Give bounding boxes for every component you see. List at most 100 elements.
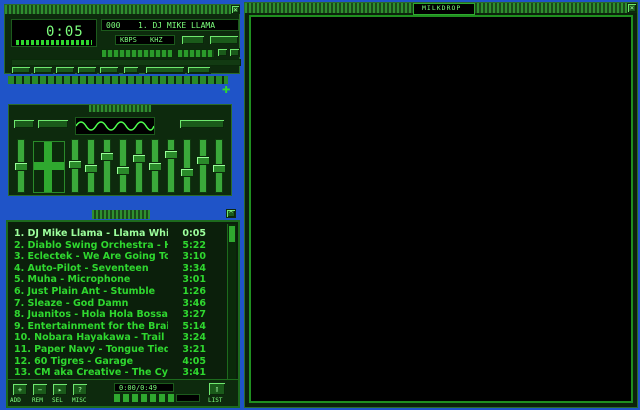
shuffle-button[interactable]: [145, 66, 185, 74]
playlist-row[interactable]: 5. Muha - Microphone 3:01: [14, 274, 208, 285]
clutterbar-decoration: [8, 76, 228, 84]
track-duration: 1:26: [182, 286, 206, 297]
playlist-scrollbar[interactable]: [227, 224, 236, 380]
track-duration: 3:10: [182, 251, 206, 263]
track-duration: 0:05: [182, 228, 206, 239]
playlist-row[interactable]: 1. DJ Mike Llama - Llama Whippin' Intro 0…: [14, 228, 208, 239]
time-readout: 0:05: [46, 24, 84, 40]
track-duration: 5:14: [182, 320, 206, 332]
misc-button[interactable]: ?: [72, 383, 88, 396]
next-button[interactable]: [99, 66, 119, 74]
playlist-window: 1. DJ Mike Llama - Llama Whippin' Intro 0…: [6, 220, 240, 408]
eq-on-button[interactable]: [13, 119, 35, 129]
eq-band-slider[interactable]: [212, 139, 226, 193]
eq-title-bar[interactable]: [89, 105, 151, 112]
list-options-button[interactable]: ▯: [208, 382, 226, 396]
track-duration: 3:21: [182, 344, 206, 355]
milkdrop-title-box: MILKDROP: [413, 3, 475, 15]
playlist-list[interactable]: 1. DJ Mike Llama - Llama Whippin' Intro 0…: [8, 224, 238, 382]
eq-band-slider[interactable]: [68, 139, 82, 193]
list-label: LIST: [208, 397, 223, 404]
track-duration: 5:22: [182, 239, 206, 251]
track-duration: 3:27: [182, 309, 206, 321]
mono-indicator: [181, 35, 205, 45]
song-title-display[interactable]: 000 1. DJ MIKE LLAMA: [101, 19, 239, 31]
add-button[interactable]: +: [12, 383, 28, 396]
repeat-button[interactable]: [187, 66, 211, 74]
eq-balance-control[interactable]: [33, 141, 65, 193]
track-title: 10. Nobara Hayakawa - Trail: [14, 332, 165, 344]
preamp-slider[interactable]: [14, 139, 28, 193]
close-button[interactable]: ×: [231, 5, 240, 14]
track-title: 6. Just Plain Ant - Stumble: [14, 286, 156, 297]
track-duration: 3:24: [182, 332, 206, 344]
mini-transport-controls[interactable]: [114, 394, 174, 402]
volume-slider[interactable]: [101, 49, 173, 58]
track-title: 1. DJ Mike Llama - Llama Whippin' Intro: [14, 228, 168, 239]
playlist-row[interactable]: 3. Eclectek - We Are Going To Eclecfu...…: [14, 251, 208, 262]
main-title-bar[interactable]: [5, 5, 239, 14]
pause-button[interactable]: [55, 66, 75, 74]
eq-curve-graph: [75, 117, 155, 135]
track-title: 13. CM aka Creative - The Cycle (Featu..…: [14, 367, 168, 379]
main-player-window: × 0:05 000 1. DJ MIKE LLAMA KBPS KHZ: [4, 4, 241, 74]
playlist-row[interactable]: 10. Nobara Hayakawa - Trail 3:24: [14, 332, 208, 343]
mini-time-box: [176, 394, 200, 402]
balance-slider[interactable]: [177, 49, 215, 58]
select-label: SEL: [52, 397, 63, 404]
eq-presets-button[interactable]: [179, 119, 225, 129]
visualization-area[interactable]: [249, 15, 633, 403]
eq-band-slider[interactable]: [148, 139, 162, 193]
track-title: 7. Sleaze - God Damn: [14, 297, 129, 309]
track-title: 3. Eclectek - We Are Going To Eclecfu...: [14, 251, 168, 263]
playlist-bottom-bar: + − ▸ ? ADD REM SEL MISC 0:00/0:49 ▯ LIS…: [8, 379, 238, 406]
stop-button[interactable]: [77, 66, 97, 74]
eject-button[interactable]: [123, 66, 139, 74]
eq-band-slider[interactable]: [180, 139, 194, 193]
eq-auto-button[interactable]: [37, 119, 69, 129]
select-button[interactable]: ▸: [52, 383, 68, 396]
milkdrop-close-button[interactable]: ×: [627, 3, 637, 13]
khz-label: KHZ: [150, 36, 163, 44]
eq-band-slider[interactable]: [164, 139, 178, 193]
playlist-row[interactable]: 4. Auto-Pilot - Seventeen 3:34: [14, 263, 208, 274]
playlist-row[interactable]: 11. Paper Navy - Tongue Tied 3:21: [14, 344, 208, 355]
track-duration: 4:05: [182, 355, 206, 367]
remove-button[interactable]: −: [32, 383, 48, 396]
milkdrop-window: MILKDROP ×: [244, 2, 638, 408]
seek-bar[interactable]: [11, 59, 241, 66]
eq-curve: [75, 121, 155, 131]
playlist-row[interactable]: 12. 60 Tigres - Garage 4:05: [14, 356, 208, 367]
kbps-readout: 000: [106, 21, 121, 30]
track-title: 9. Entertainment for the Braindead - ...: [14, 320, 168, 332]
remove-label: REM: [32, 397, 43, 404]
eq-band-slider[interactable]: [84, 139, 98, 193]
playlist-row[interactable]: 7. Sleaze - God Damn 3:46: [14, 298, 208, 309]
playlist-title-bar[interactable]: [92, 210, 150, 219]
track-title: 4. Auto-Pilot - Seventeen: [14, 262, 149, 274]
eq-band-slider[interactable]: [196, 139, 210, 193]
playlist-row[interactable]: 6. Just Plain Ant - Stumble 1:26: [14, 286, 208, 297]
eq-band-slider[interactable]: [116, 139, 130, 193]
playlist-toggle-button[interactable]: [229, 48, 240, 57]
play-button[interactable]: [33, 66, 53, 74]
previous-button[interactable]: [11, 66, 31, 74]
misc-label: MISC: [72, 397, 87, 404]
track-title: 5. Muha - Microphone: [14, 274, 131, 286]
time-display[interactable]: 0:05: [11, 19, 97, 47]
playlist-close-button[interactable]: ^: [226, 209, 236, 218]
equalizer-window: [8, 104, 232, 196]
playlist-row[interactable]: 2. Diablo Swing Orchestra - Heroines 5:22: [14, 240, 208, 251]
eq-toggle-button[interactable]: [217, 48, 228, 57]
playlist-row[interactable]: 8. Juanitos - Hola Hola Bossa Nova 3:27: [14, 309, 208, 320]
song-title-text: 1. DJ MIKE LLAMA: [138, 21, 216, 30]
stereo-indicator: [209, 35, 239, 45]
cross-icon: ✚: [222, 81, 231, 97]
track-duration: 3:34: [182, 262, 206, 274]
playlist-row[interactable]: 13. CM aka Creative - The Cycle (Featu..…: [14, 367, 208, 378]
eq-band-slider[interactable]: [132, 139, 146, 193]
eq-band-slider[interactable]: [100, 139, 114, 193]
bitrate-panel: KBPS KHZ: [115, 35, 175, 45]
playlist-row[interactable]: 9. Entertainment for the Braindead - ...…: [14, 321, 208, 332]
track-title: 12. 60 Tigres - Garage: [14, 355, 134, 367]
